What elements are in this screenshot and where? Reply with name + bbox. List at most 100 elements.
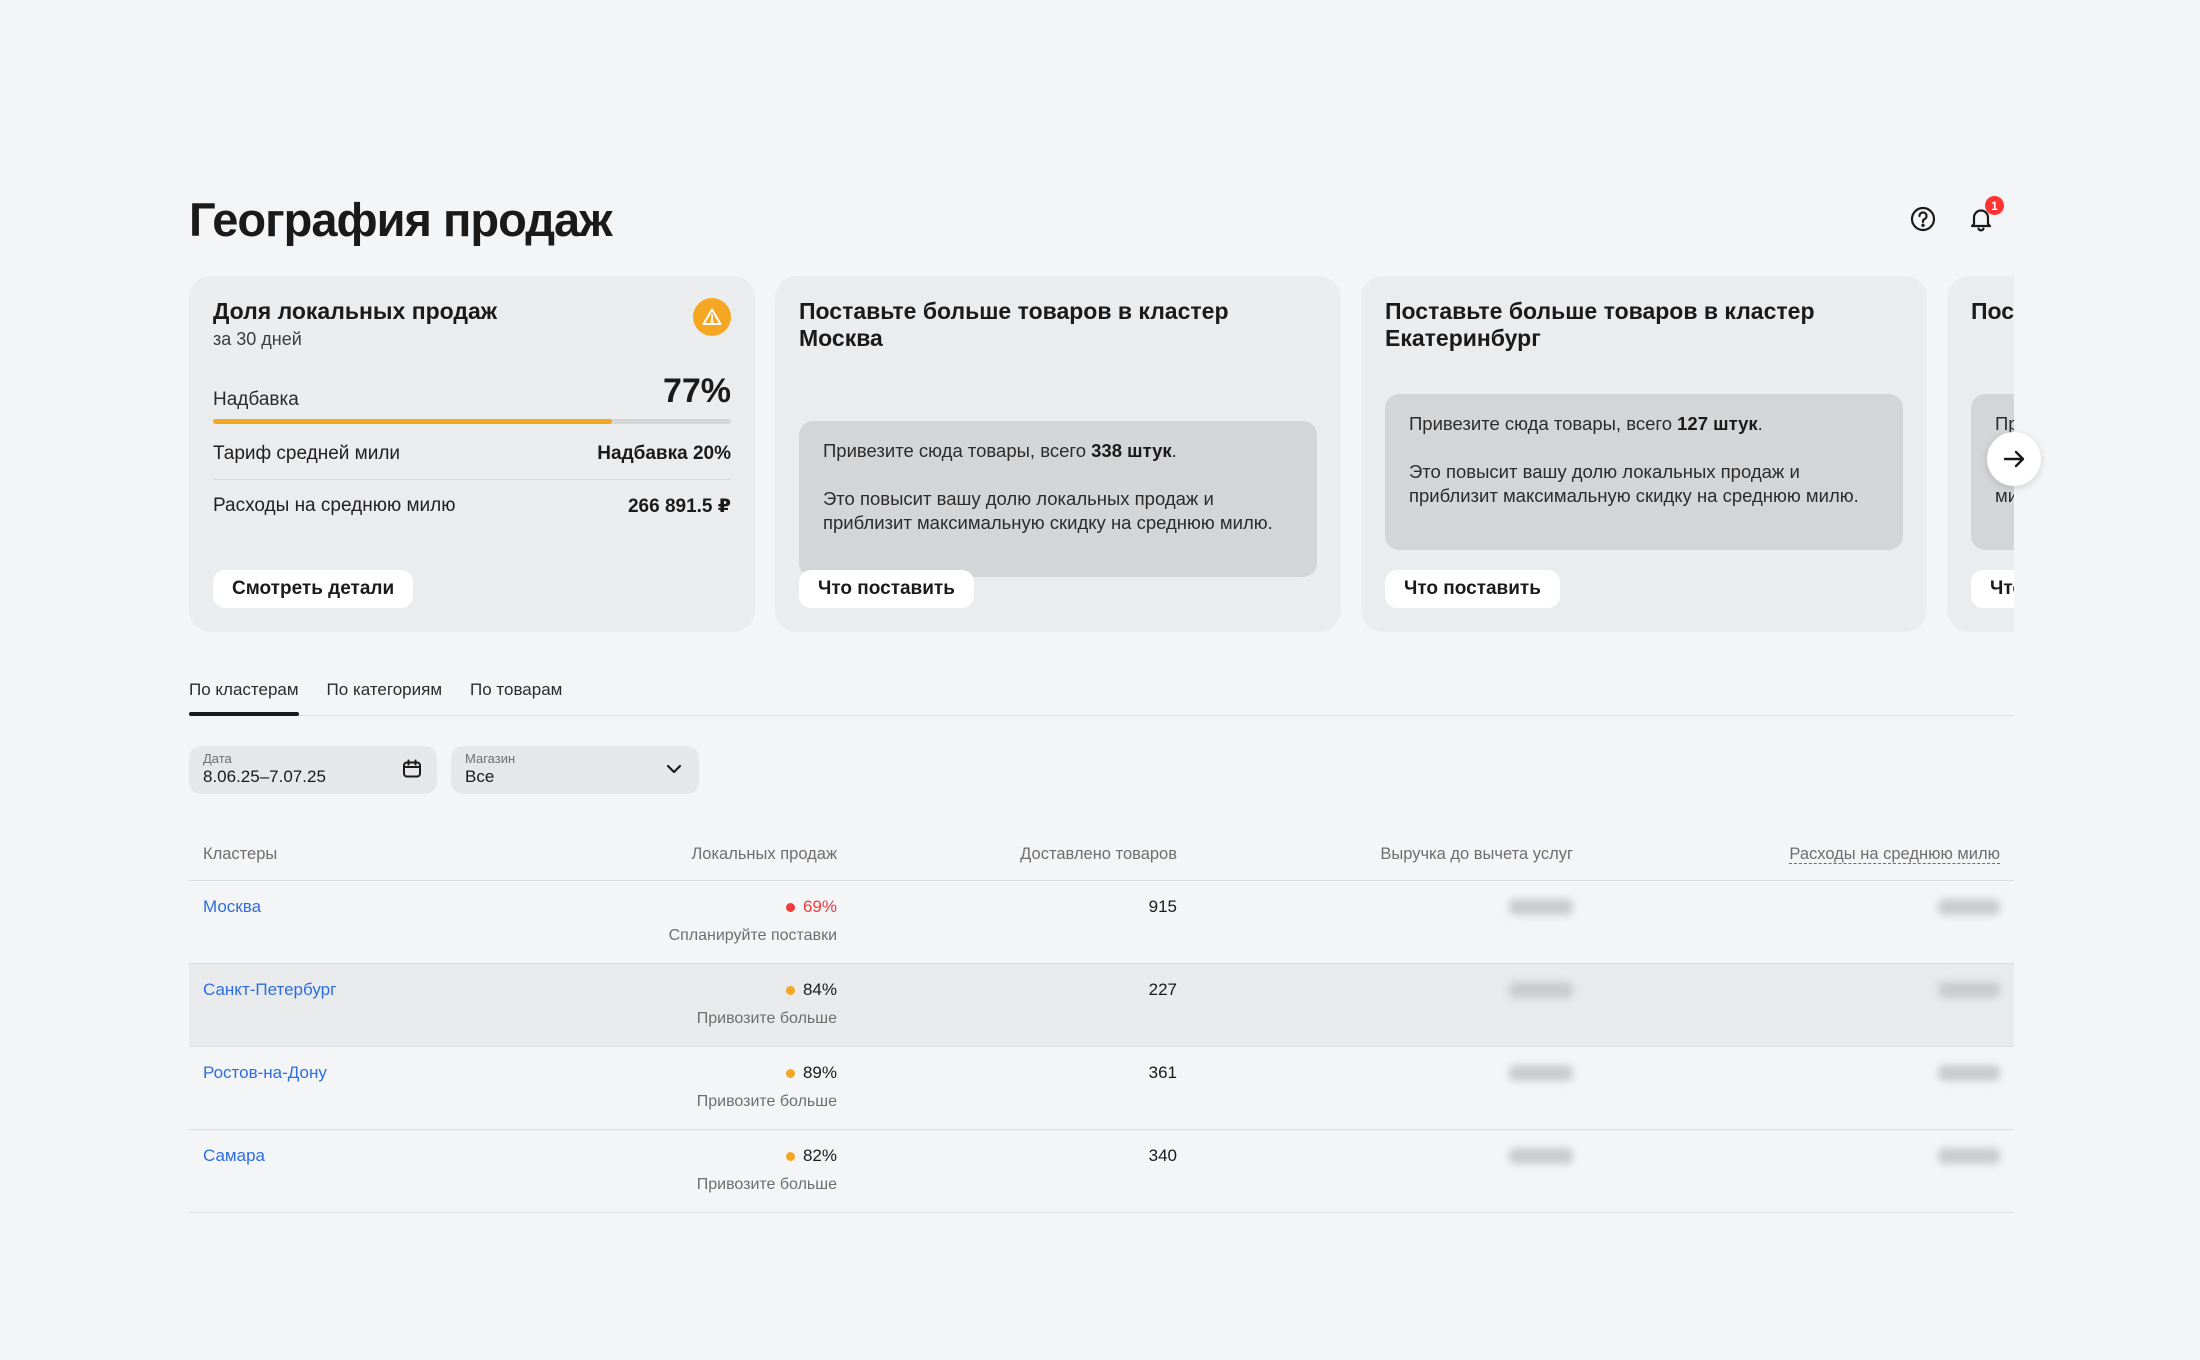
hidden-value [1938, 898, 2000, 915]
markup-metric: Надбавка 77% [213, 372, 731, 411]
hint-line: Привезите сюда товары, всего 127 штук. [1409, 413, 1763, 434]
share-value: 69% [785, 897, 837, 917]
cell-middle-mile-costs [1587, 1046, 2014, 1130]
filters: Дата 8.06.25–7.07.25 Магазин Все [189, 746, 2014, 794]
share-percent: 89% [802, 1063, 837, 1082]
what-to-supply-button[interactable]: Что поставить [1385, 570, 1560, 608]
cell-local-share: 84% Привозите больше [529, 963, 851, 1047]
hidden-value [1509, 1064, 1573, 1081]
cell-cluster: Ростов-на-Дону [189, 1046, 529, 1130]
col-local-share[interactable]: Локальных продаж [529, 830, 851, 881]
hint-body: Это повысит вашу долю локальных продаж и… [1409, 461, 1859, 506]
cell-local-share: 82% Привозите больше [529, 1129, 851, 1213]
table-row[interactable]: Ростов-на-Дону 89% Привозите больше 361 [189, 1046, 2014, 1130]
page-title: География продаж [189, 192, 613, 246]
carousel-next-button[interactable] [1987, 432, 2041, 486]
col-middle-mile-costs[interactable]: Расходы на среднюю милю [1587, 830, 2014, 881]
clusters-table: Кластеры Локальных продаж Доставлено тов… [189, 830, 2014, 1213]
table-header: Кластеры Локальных продаж Доставлено тов… [189, 830, 2014, 881]
hidden-value [1509, 981, 1573, 998]
card-title: Доля локальных продаж [213, 298, 498, 324]
hint-body: Это повысит вашу долю локальных продаж и… [823, 488, 1273, 533]
card-details-list: Тариф средней мили Надбавка 20% Расходы … [213, 428, 731, 532]
view-details-button[interactable]: Смотреть детали [213, 570, 414, 608]
cell-cluster: Самара [189, 1129, 529, 1213]
cluster-link[interactable]: Москва [203, 897, 261, 916]
help-circle-icon [1910, 206, 1936, 232]
cell-delivered: 340 [851, 1129, 1191, 1213]
row-value: Надбавка 20% [597, 442, 731, 464]
row-label: Расходы на среднюю милю [213, 495, 456, 516]
card-title: Пос [1971, 298, 2014, 324]
what-to-supply-button[interactable]: Что [1971, 570, 2014, 608]
cell-middle-mile-costs [1587, 963, 2014, 1047]
filter-label: Дата [203, 751, 232, 766]
share-percent: 84% [802, 980, 837, 999]
cell-middle-mile-costs [1587, 1129, 2014, 1213]
cell-delivered: 227 [851, 963, 1191, 1047]
card-subtitle: за 30 дней [213, 329, 302, 349]
hint-box: Привезите сюда товары, всего 127 штук. Э… [1385, 394, 1903, 550]
cell-local-share: 69% Спланируйте поставки [529, 880, 851, 964]
metric-label: Надбавка [213, 389, 299, 410]
hidden-value [1509, 1147, 1573, 1164]
help-button[interactable] [1906, 202, 1940, 236]
col-clusters[interactable]: Кластеры [189, 830, 529, 881]
progress-bar [213, 419, 731, 424]
hint-box: Привезите сюда товары, всего 338 штук. Э… [799, 421, 1317, 577]
cell-middle-mile-costs [1587, 880, 2014, 964]
table-row[interactable]: Санкт-Петербург 84% Привозите больше 227 [189, 963, 2014, 1047]
view-tabs: По кластерам По категориям По товарам [189, 670, 2014, 716]
tab-categories[interactable]: По категориям [327, 670, 442, 715]
cell-revenue [1191, 880, 1587, 964]
cluster-link[interactable]: Ростов-на-Дону [203, 1063, 327, 1082]
notifications-button[interactable]: 1 [1964, 196, 2004, 236]
row-value: 266 891.5 ₽ [627, 495, 731, 517]
tab-clusters[interactable]: По кластерам [189, 670, 299, 716]
column-hint-label[interactable]: Расходы на среднюю милю [1789, 845, 2000, 865]
share-note: Привозите больше [696, 1010, 837, 1027]
notification-badge: 1 [1985, 196, 2004, 215]
share-value: 84% [785, 980, 837, 1000]
warning-icon[interactable] [693, 298, 731, 336]
filter-label: Магазин [465, 751, 516, 766]
share-percent: 69% [802, 897, 837, 916]
local-share-card: Доля локальных продаж за 30 дней Надбавк… [189, 276, 755, 632]
what-to-supply-button[interactable]: Что поставить [799, 570, 974, 608]
date-filter[interactable]: Дата 8.06.25–7.07.25 [189, 746, 437, 794]
share-note: Привозите больше [696, 1093, 837, 1110]
share-note: Привозите больше [696, 1176, 837, 1193]
costs-row: Расходы на среднюю милю 266 891.5 ₽ [213, 480, 731, 532]
cards-track: Доля локальных продаж за 30 дней Надбавк… [189, 276, 2014, 632]
table-row[interactable]: Москва 69% Спланируйте поставки 915 [189, 880, 2014, 964]
status-dot [785, 1068, 795, 1078]
page: География продаж 1 Доля локальных продаж… [189, 180, 2041, 1213]
store-filter[interactable]: Магазин Все [451, 746, 699, 794]
cell-cluster: Санкт-Петербург [189, 963, 529, 1047]
hint-amount: 127 штук [1677, 413, 1758, 434]
share-percent: 82% [802, 1146, 837, 1165]
row-label: Тариф средней мили [213, 442, 401, 464]
status-dot [785, 1151, 795, 1161]
progress-fill [213, 419, 612, 424]
cell-revenue [1191, 1046, 1587, 1130]
metric-value: 77% [662, 372, 731, 410]
status-dot [785, 985, 795, 995]
tab-products[interactable]: По товарам [470, 670, 562, 715]
hidden-value [1938, 1147, 2000, 1164]
share-note: Спланируйте поставки [668, 927, 837, 944]
col-delivered[interactable]: Доставлено товаров [851, 830, 1191, 881]
calendar-icon [403, 759, 421, 778]
cell-delivered: 361 [851, 1046, 1191, 1130]
page-header: География продаж 1 [189, 180, 2014, 258]
cell-revenue [1191, 963, 1587, 1047]
cards-carousel: Доля локальных продаж за 30 дней Надбавк… [189, 276, 2014, 632]
ekb-supply-card: Поставьте больше товаров в кластер Екате… [1361, 276, 1927, 632]
header-actions: 1 [1906, 196, 2004, 236]
cluster-link[interactable]: Самара [203, 1146, 265, 1165]
cluster-link[interactable]: Санкт-Петербург [203, 980, 336, 999]
cell-cluster: Москва [189, 880, 529, 964]
col-revenue[interactable]: Выручка до вычета услуг [1191, 830, 1587, 881]
card-title: Поставьте больше товаров в кластер Екате… [1385, 298, 1815, 351]
table-row[interactable]: Самара 82% Привозите больше 340 [189, 1129, 2014, 1213]
